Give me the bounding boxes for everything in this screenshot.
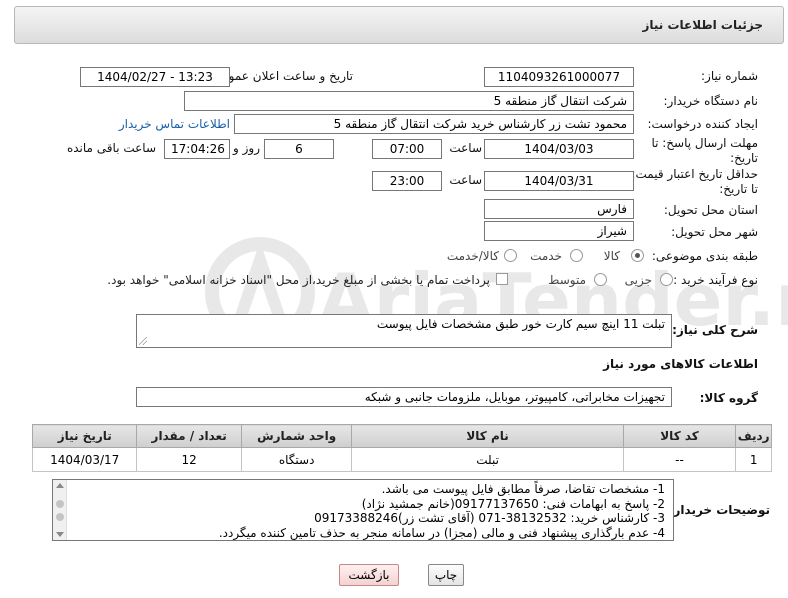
notes-line-2: 2- پاسخ به ابهامات فنی: 09177137650(خانم… [361, 496, 665, 511]
notes-field[interactable]: 1- مشخصات تقاضا، صرفاً مطابق فایل پیوست … [52, 479, 674, 541]
need-number-label: شماره نیاز: [701, 69, 758, 83]
city-label: شهر محل تحویل: [671, 225, 758, 239]
table-row: 1 -- تبلت دستگاه 12 1404/03/17 [31, 447, 772, 472]
cell-need-date: 1404/03/17 [31, 447, 138, 472]
category-option-goods-service: کالا/خدمت [446, 249, 499, 263]
header-panel: جزئیات اطلاعات نیاز [14, 6, 784, 44]
price-validity-label: حداقل تاریخ اعتبار قیمت: [631, 167, 758, 181]
notes-line-3: 3- کارشناس خرید: 38132532-071 (آقای تشت … [314, 511, 665, 525]
cell-unit: دستگاه [240, 447, 353, 472]
days-label: روز و [233, 141, 260, 155]
category-radio-goods-service[interactable] [504, 249, 517, 262]
province-label: استان محل تحویل: [663, 203, 758, 217]
process-label: نوع فرآیند خرید : [673, 273, 758, 287]
print-button[interactable]: چاپ [428, 564, 464, 586]
goods-section-title: اطلاعات کالاهای مورد نیاز [603, 357, 758, 371]
cell-name: تبلت [351, 447, 624, 472]
category-option-goods: کالا [603, 249, 620, 263]
description-field[interactable]: تبلت 11 اینچ سیم کارت خور طبق مشخصات فای… [136, 314, 672, 348]
treasury-note: پرداخت تمام یا بخشی از مبلغ خرید،از محل … [107, 273, 490, 287]
days-field[interactable]: 6 [264, 139, 334, 159]
goods-group-label: گروه کالا: [699, 391, 758, 405]
category-radio-goods[interactable] [631, 249, 644, 262]
cell-row: 1 [735, 447, 772, 472]
scroll-track-dot-icon [56, 513, 64, 521]
requester-field[interactable]: محمود تشت زر کارشناس خرید شرکت انتقال گا… [234, 114, 634, 134]
need-number-field[interactable]: 1104093261000077 [484, 67, 634, 87]
reply-date-field[interactable]: 1404/03/03 [484, 139, 634, 159]
notes-line-1: 1- مشخصات تقاضا، صرفاً مطابق فایل پیوست … [381, 482, 665, 496]
back-button[interactable]: بازگشت [339, 564, 399, 586]
process-option-minor: جزیی [624, 273, 652, 287]
reply-time-label: ساعت [449, 141, 482, 155]
column-header-unit: واحد شمارش [240, 424, 353, 448]
goods-table-header: ردیف کد کالا نام کالا واحد شمارش تعداد /… [31, 424, 772, 448]
remaining-time-label: ساعت باقی مانده [66, 141, 156, 155]
process-radio-medium[interactable] [594, 273, 607, 286]
column-header-quantity: تعداد / مقدار [136, 424, 242, 448]
resize-grip-icon[interactable] [139, 337, 147, 345]
process-radio-minor[interactable] [660, 273, 673, 286]
column-header-name: نام کالا [351, 424, 624, 448]
description-text: تبلت 11 اینچ سیم کارت خور طبق مشخصات فای… [376, 317, 665, 331]
goods-table: ردیف کد کالا نام کالا واحد شمارش تعداد /… [31, 424, 772, 472]
scroll-up-arrow-icon[interactable] [56, 483, 64, 488]
reply-time-field[interactable]: 07:00 [372, 139, 442, 159]
city-field[interactable]: شیراز [484, 221, 634, 241]
column-header-row: ردیف [735, 424, 772, 448]
requester-label: ایجاد کننده درخواست: [647, 117, 758, 131]
price-time-label: ساعت [449, 173, 482, 187]
buyer-org-field[interactable]: شرکت انتقال گاز منطقه 5 [184, 91, 634, 111]
price-time-field[interactable]: 23:00 [372, 171, 442, 191]
process-option-medium: متوسط [548, 273, 586, 287]
buyer-contact-link[interactable]: اطلاعات تماس خریدار [119, 117, 230, 131]
province-field[interactable]: فارس [484, 199, 634, 219]
category-label: طبقه بندی موضوعی: [651, 249, 758, 263]
remaining-time-field[interactable]: 17:04:26 [164, 139, 230, 159]
price-date-field[interactable]: 1404/03/31 [484, 171, 634, 191]
treasury-checkbox[interactable] [496, 273, 508, 285]
price-validity-label-2: تا تاریخ: [719, 182, 758, 196]
goods-group-field[interactable]: تجهیزات مخابراتی، کامپیوتر، موبایل، ملزو… [136, 387, 672, 407]
scroll-thumb[interactable] [56, 500, 64, 508]
reply-deadline-label: مهلت ارسال پاسخ: تا [651, 136, 758, 150]
page-title: جزئیات اطلاعات نیاز [642, 18, 763, 32]
cell-quantity: 12 [136, 447, 242, 472]
scroll-down-arrow-icon[interactable] [56, 532, 64, 537]
category-option-service: خدمت [530, 249, 562, 263]
column-header-code: کد کالا [622, 424, 737, 448]
category-radio-service[interactable] [570, 249, 583, 262]
description-label: شرح کلی نیاز: [672, 323, 758, 337]
reply-deadline-label-2: تاریخ: [730, 151, 758, 165]
notes-line-4: 4- عدم بارگذاری پیشنهاد فنی و مالی (مجزا… [218, 525, 665, 540]
buyer-org-label: نام دستگاه خریدار: [663, 94, 759, 108]
notes-label: توضیحات خریدار: [668, 503, 770, 517]
notes-scrollbar[interactable] [53, 480, 67, 540]
column-header-need-date: تاریخ نیاز [31, 424, 138, 448]
announce-field[interactable]: 1404/02/27 - 13:23 [80, 67, 230, 87]
cell-code: -- [622, 447, 737, 472]
